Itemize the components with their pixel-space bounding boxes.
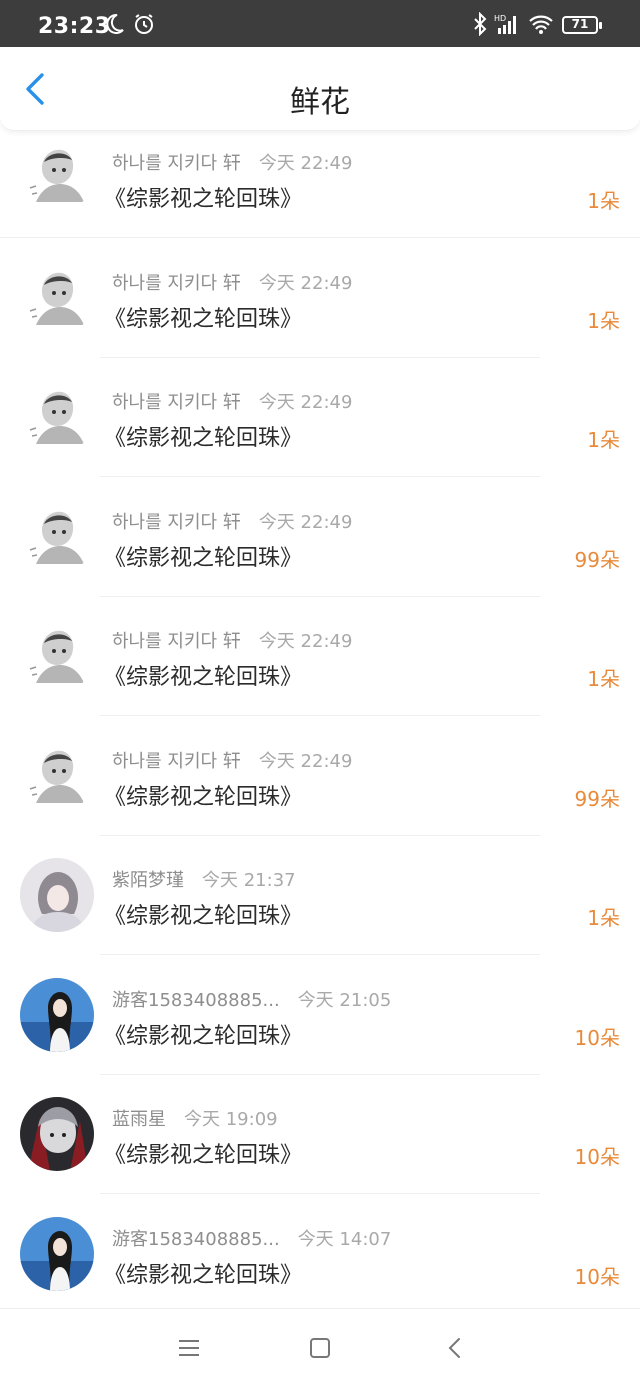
menu-icon[interactable]	[176, 1335, 202, 1361]
user-name[interactable]: 游客1583408885...	[112, 1229, 280, 1250]
back-triangle-icon[interactable]	[442, 1335, 468, 1361]
ink-sketch-avatar[interactable]	[20, 380, 94, 454]
seaside-avatar[interactable]	[20, 978, 94, 1052]
hd-label: HD	[494, 14, 506, 23]
home-square-icon[interactable]	[307, 1335, 333, 1361]
timestamp: 今天 19:09	[184, 1109, 278, 1130]
status-time: 23:23	[38, 14, 111, 39]
flower-count: 1朵	[587, 309, 620, 333]
book-title: 《综影视之轮回珠》	[104, 1024, 303, 1049]
timestamp: 今天 22:49	[258, 153, 353, 174]
dark-anime-avatar[interactable]	[20, 1097, 94, 1171]
page-title: 鲜花	[290, 85, 350, 120]
item-meta: 游客1583408885... 今天 21:05	[112, 986, 391, 1012]
timestamp: 今天 22:49	[258, 392, 353, 413]
ink-sketch-avatar[interactable]	[20, 500, 94, 574]
book-title: 《综影视之轮回珠》	[104, 904, 303, 929]
user-name[interactable]: 하나를 지키다 轩	[112, 273, 241, 294]
ink-sketch-avatar[interactable]	[20, 138, 94, 212]
flower-count: 1朵	[587, 189, 620, 213]
list-item[interactable]: 하나를 지키다 轩今天 22:49 《综影视之轮回珠》 1朵	[0, 609, 640, 728]
list-item[interactable]: 하나를 지키다 轩今天 22:49 《综影视之轮回珠》 1朵	[0, 251, 640, 370]
row-divider	[100, 596, 540, 597]
timestamp: 今天 21:37	[202, 870, 296, 891]
book-title: 《综影视之轮回珠》	[104, 1263, 303, 1288]
book-title: 《综影视之轮回珠》	[104, 307, 303, 332]
row-divider	[100, 1074, 540, 1075]
battery-level: 71	[571, 17, 589, 31]
row-divider	[100, 954, 540, 955]
flower-count: 1朵	[587, 428, 620, 452]
item-meta: 하나를 지키다 轩今天 22:49	[112, 388, 352, 414]
list-item[interactable]: 하나를 지키다 轩今天 22:49 《综影视之轮回珠》 99朵	[0, 490, 640, 609]
wifi-icon	[529, 15, 553, 34]
user-name[interactable]: 하나를 지키다 轩	[112, 392, 241, 413]
flower-count: 10朵	[574, 1145, 620, 1169]
row-divider	[100, 835, 540, 836]
book-title: 《综影视之轮回珠》	[104, 426, 303, 451]
bluetooth-icon	[474, 12, 487, 36]
row-divider	[100, 715, 540, 716]
item-meta: 蓝雨星 今天 19:09	[112, 1105, 278, 1131]
book-title: 《综影视之轮回珠》	[104, 665, 303, 690]
header: 鲜花	[0, 47, 640, 131]
hd-signal-icon: HD	[494, 14, 516, 34]
timestamp: 今天 22:49	[258, 512, 353, 533]
timestamp: 今天 22:49	[258, 273, 353, 294]
timestamp: 今天 14:07	[297, 1229, 392, 1250]
battery-icon: 71	[562, 16, 602, 34]
item-meta: 하나를 지키다 轩今天 22:49	[112, 508, 352, 534]
timestamp: 今天 22:49	[258, 631, 353, 652]
book-title: 《综影视之轮回珠》	[104, 546, 303, 571]
flower-count: 1朵	[587, 667, 620, 691]
seaside-avatar[interactable]	[20, 1217, 94, 1291]
ink-sketch-avatar[interactable]	[20, 261, 94, 335]
book-title: 《综影视之轮回珠》	[104, 187, 303, 212]
list-item[interactable]: 游客1583408885... 今天 21:05 《综影视之轮回珠》 10朵	[0, 968, 640, 1087]
list-item[interactable]: 하나를 지키다 轩今天 22:49 《综影视之轮回珠》 99朵	[0, 729, 640, 848]
flower-count: 99朵	[574, 548, 620, 572]
item-meta: 하나를 지키다 轩今天 22:49	[112, 269, 352, 295]
row-divider	[100, 476, 540, 477]
item-meta: 하나를 지키다 轩今天 22:49	[112, 747, 352, 773]
item-meta: 하나를 지키다 轩今天 22:49	[112, 627, 352, 653]
list-item[interactable]: 紫陌梦瑾 今天 21:37 《综影视之轮回珠》 1朵	[0, 848, 640, 967]
flower-count: 10朵	[574, 1265, 620, 1289]
user-name[interactable]: 하나를 지키다 轩	[112, 512, 241, 533]
list-item[interactable]: 하나를 지키다 轩今天 22:49 《综影视之轮回珠》 1朵	[0, 370, 640, 489]
user-name[interactable]: 하나를 지키다 轩	[112, 153, 241, 174]
ink-sketch-avatar[interactable]	[20, 739, 94, 813]
ancient-style-avatar[interactable]	[20, 858, 94, 932]
ink-sketch-avatar[interactable]	[20, 619, 94, 693]
book-title: 《综影视之轮回珠》	[104, 1143, 303, 1168]
flower-count: 99朵	[574, 787, 620, 811]
alarm-icon	[135, 14, 153, 34]
row-divider	[100, 357, 540, 358]
timestamp: 今天 21:05	[297, 990, 392, 1011]
book-title: 《综影视之轮回珠》	[104, 785, 303, 810]
user-name[interactable]: 紫陌梦瑾	[112, 870, 184, 891]
user-name[interactable]: 游客1583408885...	[112, 990, 280, 1011]
user-name[interactable]: 하나를 지키다 轩	[112, 751, 241, 772]
flower-count: 1朵	[587, 906, 620, 930]
list-item[interactable]: 蓝雨星 今天 19:09 《综影视之轮回珠》 10朵	[0, 1087, 640, 1206]
status-bar: 23:23 HD 71	[0, 0, 640, 47]
system-nav-bar	[0, 1308, 640, 1387]
item-meta: 紫陌梦瑾 今天 21:37	[112, 866, 296, 892]
row-divider	[0, 237, 640, 238]
user-name[interactable]: 하나를 지키다 轩	[112, 631, 241, 652]
timestamp: 今天 22:49	[258, 751, 353, 772]
flower-count: 10朵	[574, 1026, 620, 1050]
item-meta: 하나를 지키다 轩今天 22:49	[112, 149, 352, 175]
list-item[interactable]: 하나를 지키다 轩今天 22:49 《综影视之轮回珠》 1朵	[0, 131, 640, 250]
row-divider	[100, 1193, 540, 1194]
moon-icon	[106, 13, 124, 34]
user-name[interactable]: 蓝雨星	[112, 1109, 166, 1130]
item-meta: 游客1583408885... 今天 14:07	[112, 1225, 391, 1251]
